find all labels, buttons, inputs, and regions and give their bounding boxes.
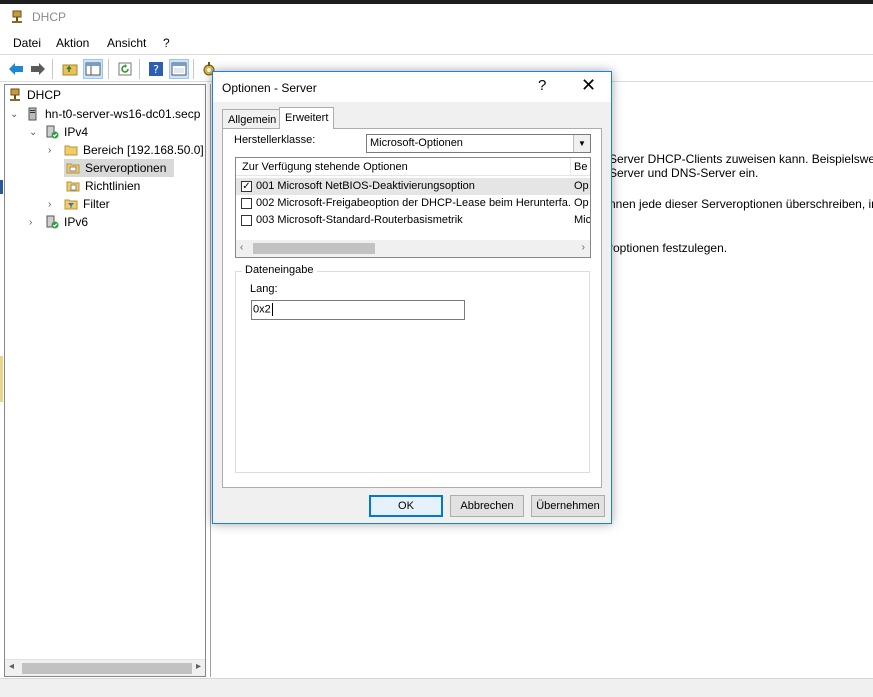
tree-item-ipv6[interactable]: › IPv6 [29, 213, 88, 231]
chevron-down-icon[interactable]: ⌄ [29, 127, 39, 138]
tab-erweitert[interactable]: Erweitert [279, 107, 335, 129]
dropdown-arrow-icon[interactable]: ▼ [573, 135, 590, 152]
scroll-right-icon[interactable]: ▸ [196, 661, 201, 672]
tree-item-dhcp[interactable]: DHCP [8, 86, 61, 104]
scrollbar-thumb[interactable] [22, 663, 192, 674]
menu-ansicht[interactable]: Ansicht [107, 36, 146, 50]
dialog-title: Optionen - Server [222, 81, 317, 95]
tree-label: IPv6 [64, 215, 89, 229]
options-dialog: Optionen - Server ? ✕ Allgemein Erweiter… [212, 71, 612, 524]
show-hide-tree-icon[interactable] [83, 59, 103, 79]
vendor-class-label: Herstellerklasse: [234, 134, 316, 146]
description-line: nnen jede dieser Serveroptionen überschr… [609, 197, 873, 211]
menu-bar: Datei Aktion Ansicht ? [0, 33, 873, 53]
tree-label: hn-t0-server-ws16-dc01.secp [45, 107, 201, 121]
option-name: 002 Microsoft-Freigabeoption der DHCP-Le… [256, 197, 571, 209]
description-line: Server und DNS-Server ein. [609, 166, 759, 180]
menu-help[interactable]: ? [163, 36, 170, 50]
console-tree: DHCP ⌄ hn-t0-server-ws16-dc01.secp ⌄ IPv… [4, 84, 206, 677]
help-icon[interactable]: ? [538, 77, 546, 94]
description-line: Server DHCP-Clients zuweisen kann. Beisp… [609, 152, 873, 166]
option-description: Op [574, 180, 589, 192]
column-header-description[interactable]: Be [574, 161, 587, 173]
list-item[interactable]: 003 Microsoft-Standard-Routerbasismetrik… [236, 212, 590, 229]
list-horizontal-scrollbar[interactable]: ‹ › [236, 240, 590, 257]
list-header: Zur Verfügung stehende Optionen Be [236, 158, 590, 176]
option-description: Mic [574, 214, 591, 226]
menu-datei[interactable]: Datei [13, 36, 41, 50]
dialog-title-bar: Optionen - Server ? ✕ [213, 72, 611, 102]
tree-label: IPv4 [64, 125, 89, 139]
scrollbar-thumb[interactable] [253, 243, 375, 254]
policies-icon [66, 181, 80, 192]
tab-allgemein[interactable]: Allgemein [222, 109, 283, 129]
group-title: Dateneingabe [242, 264, 317, 276]
long-field-label: Lang: [250, 283, 278, 295]
tree-item-policies[interactable]: Richtlinien [66, 177, 140, 195]
scroll-left-icon[interactable]: ‹ [240, 242, 243, 253]
ipv6-icon [46, 215, 59, 229]
menu-aktion[interactable]: Aktion [56, 36, 89, 50]
apply-button[interactable]: Übernehmen [531, 495, 605, 517]
back-arrow-icon[interactable] [6, 59, 26, 79]
tree-label: Filter [83, 197, 110, 211]
window-title: DHCP [32, 10, 67, 24]
long-value-text: 0x2 [253, 303, 271, 316]
tree-label: Richtlinien [85, 179, 141, 193]
options-folder-icon [66, 163, 80, 174]
tree-item-server[interactable]: ⌄ hn-t0-server-ws16-dc01.secp [10, 105, 200, 123]
column-header-options[interactable]: Zur Verfügung stehende Optionen [242, 161, 408, 173]
cancel-button[interactable]: Abbrechen [450, 495, 524, 517]
ipv4-icon [46, 125, 59, 139]
option-checkbox[interactable] [241, 198, 252, 209]
list-item[interactable]: ✓ 001 Microsoft NetBIOS-Deaktivierungsop… [236, 178, 590, 195]
console-tree-icon[interactable] [169, 59, 189, 79]
option-description: Op [574, 197, 589, 209]
tree-label: Serveroptionen [85, 161, 167, 175]
status-bar [0, 678, 873, 697]
tree-item-server-options[interactable]: Serveroptionen [64, 159, 174, 177]
dhcp-app-icon [12, 10, 22, 23]
chevron-right-icon[interactable]: › [29, 217, 39, 228]
tree-item-ipv4[interactable]: ⌄ IPv4 [29, 123, 88, 141]
tree-item-scope[interactable]: › Bereich [192.168.50.0] [48, 141, 204, 159]
title-bar: DHCP [0, 4, 873, 32]
refresh-icon[interactable] [115, 59, 135, 79]
scroll-right-icon[interactable]: › [582, 242, 585, 253]
svg-text:?: ? [153, 63, 159, 76]
available-options-list[interactable]: Zur Verfügung stehende Optionen Be ✓ 001… [235, 157, 591, 258]
long-value-input[interactable]: 0x2 [251, 300, 465, 320]
chevron-down-icon[interactable]: ⌄ [10, 109, 20, 120]
folder-icon [64, 145, 78, 156]
ok-button[interactable]: OK [369, 495, 443, 517]
option-name: 001 Microsoft NetBIOS-Deaktivierungsopti… [256, 180, 475, 192]
forward-arrow-icon[interactable] [28, 59, 48, 79]
chevron-right-icon[interactable]: › [48, 145, 58, 156]
dhcp-root-icon [10, 88, 20, 101]
edge-artifact [0, 180, 3, 194]
help-icon[interactable]: ? [146, 59, 166, 79]
option-name: 003 Microsoft-Standard-Routerbasismetrik [256, 214, 463, 226]
server-icon [28, 107, 37, 121]
description-line: roptionen festzulegen. [609, 241, 728, 255]
chevron-right-icon[interactable]: › [48, 199, 58, 210]
tree-label: Bereich [192.168.50.0] [83, 143, 204, 157]
edge-artifact [0, 356, 3, 402]
filter-icon [64, 199, 78, 210]
close-icon[interactable]: ✕ [581, 75, 596, 96]
scroll-left-icon[interactable]: ◂ [9, 661, 14, 672]
vendor-class-value: Microsoft-Optionen [370, 137, 463, 149]
list-item[interactable]: 002 Microsoft-Freigabeoption der DHCP-Le… [236, 195, 590, 212]
option-checkbox[interactable] [241, 215, 252, 226]
tree-horizontal-scrollbar[interactable]: ◂ ▸ [5, 659, 205, 676]
folder-up-icon[interactable] [60, 59, 80, 79]
vendor-class-select[interactable]: Microsoft-Optionen ▼ [366, 134, 591, 153]
tree-item-filter[interactable]: › Filter [48, 195, 110, 213]
option-checkbox-checked[interactable]: ✓ [241, 181, 252, 192]
tree-label: DHCP [27, 88, 62, 102]
